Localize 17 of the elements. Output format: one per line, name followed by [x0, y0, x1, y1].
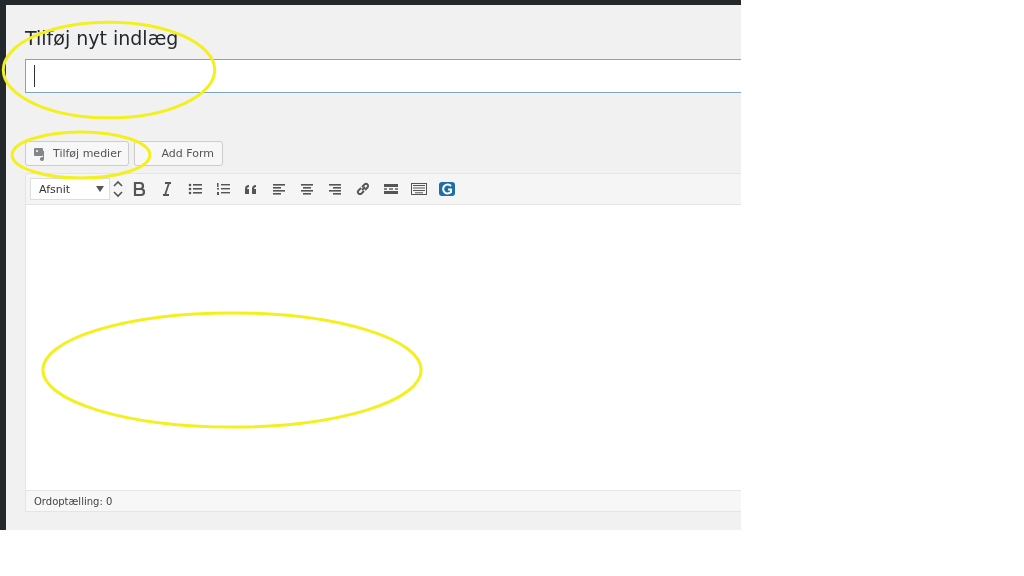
format-select[interactable]: Afsnit: [30, 178, 110, 200]
word-count: Ordoptælling: 0: [34, 495, 113, 507]
link-icon: [355, 181, 371, 197]
more-icon: [383, 181, 399, 197]
align-left-icon: [271, 181, 287, 197]
bold-icon: [131, 181, 147, 197]
numbers-icon: [215, 181, 231, 197]
add-media-button[interactable]: Tilføj medier: [25, 141, 130, 166]
spinner-icon: [113, 179, 123, 199]
title-field[interactable]: [25, 59, 741, 93]
bullets-icon: [187, 181, 203, 197]
keyboard-icon: [411, 181, 427, 197]
align-center-icon: [299, 181, 315, 197]
dropdown-icon: [96, 186, 104, 192]
logo-icon: [439, 181, 455, 197]
align-right-icon: [327, 181, 343, 197]
add-form-button[interactable]: Add Form: [134, 141, 223, 166]
